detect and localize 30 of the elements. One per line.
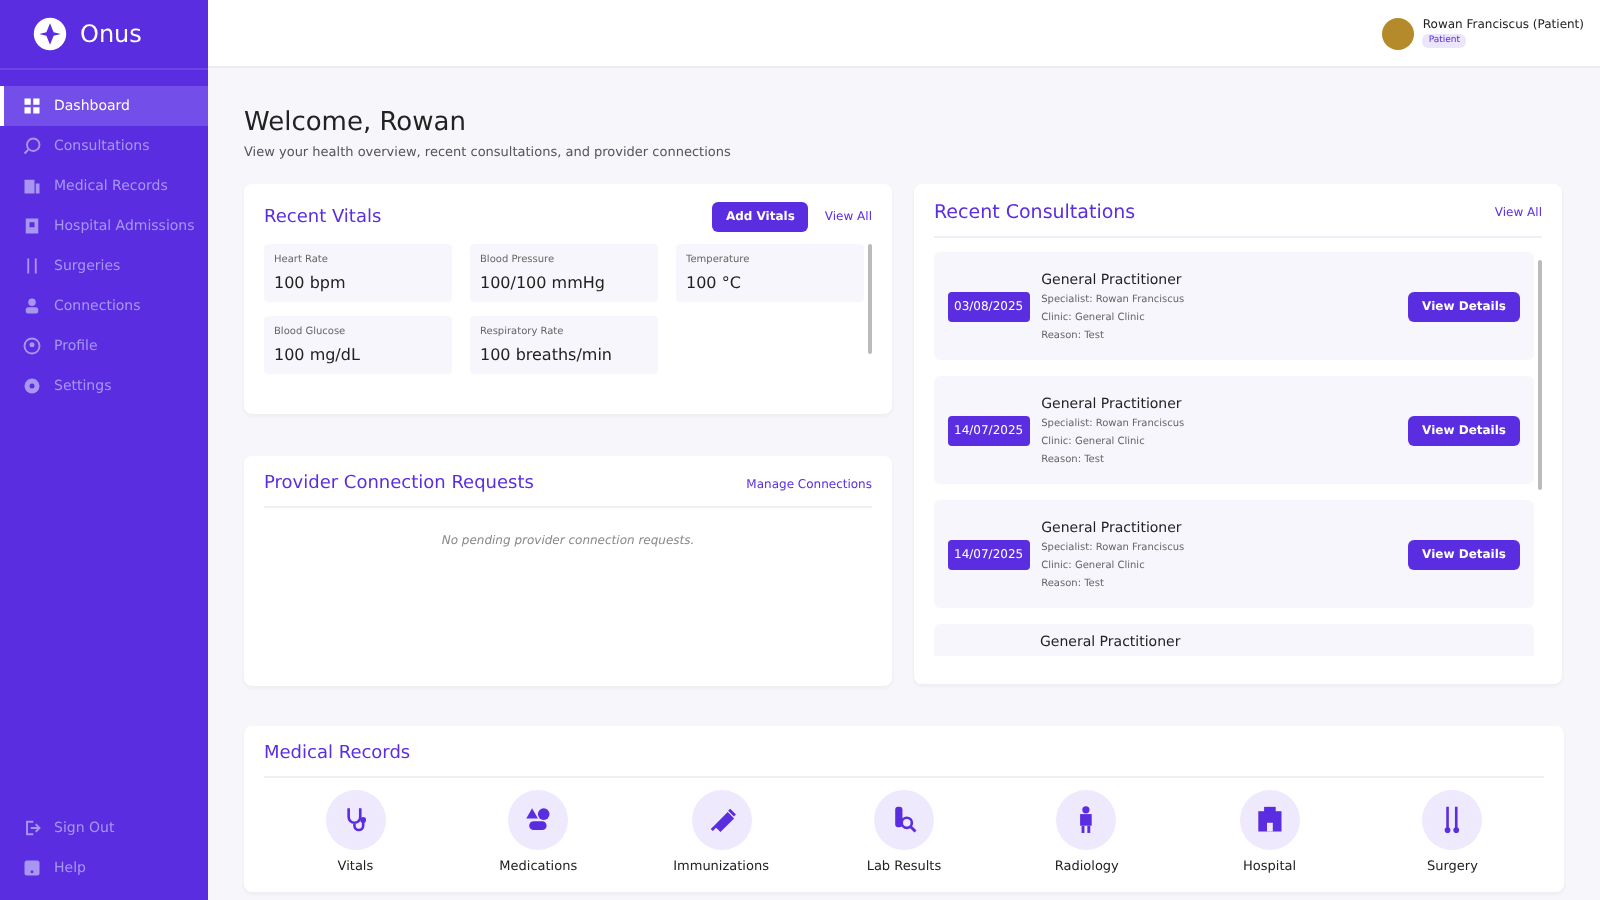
app-name: Onus <box>80 20 142 48</box>
nav-icon <box>22 136 42 156</box>
nav-icon <box>22 296 42 316</box>
vital-value: 100/100 mmHg <box>480 274 607 292</box>
stethoscope-icon[interactable] <box>325 790 386 850</box>
card-title: Provider Connection Requests <box>264 474 534 494</box>
vital-value: 100 mg/dL <box>274 346 362 364</box>
card-title: Recent Consultations <box>934 202 1136 224</box>
building-icon[interactable] <box>1239 790 1300 850</box>
lab-icon[interactable] <box>873 790 934 850</box>
nav-icon <box>22 376 42 396</box>
card-title: Recent Vitals <box>264 207 382 227</box>
vital-value: 100 breaths/min <box>480 346 614 364</box>
scrollbar[interactable] <box>1538 260 1542 490</box>
nav-icon <box>22 216 42 236</box>
vital-value: 100 bpm <box>274 274 348 292</box>
vital-value: 100 °C <box>686 274 743 292</box>
welcome-title: Welcome, Rowan <box>244 108 468 138</box>
nav-icon <box>22 818 42 838</box>
tools-icon[interactable] <box>1422 790 1483 850</box>
scrollbar[interactable] <box>868 244 872 354</box>
nav-icon <box>22 176 42 196</box>
logo-icon <box>32 16 68 52</box>
nav-icon <box>22 96 42 116</box>
nav-icon <box>22 256 42 276</box>
card-title: Medical Records <box>264 744 411 764</box>
nav-icon <box>22 858 42 878</box>
avatar[interactable] <box>1382 17 1415 49</box>
nav-icon <box>22 336 42 356</box>
pills-icon[interactable] <box>508 790 569 850</box>
